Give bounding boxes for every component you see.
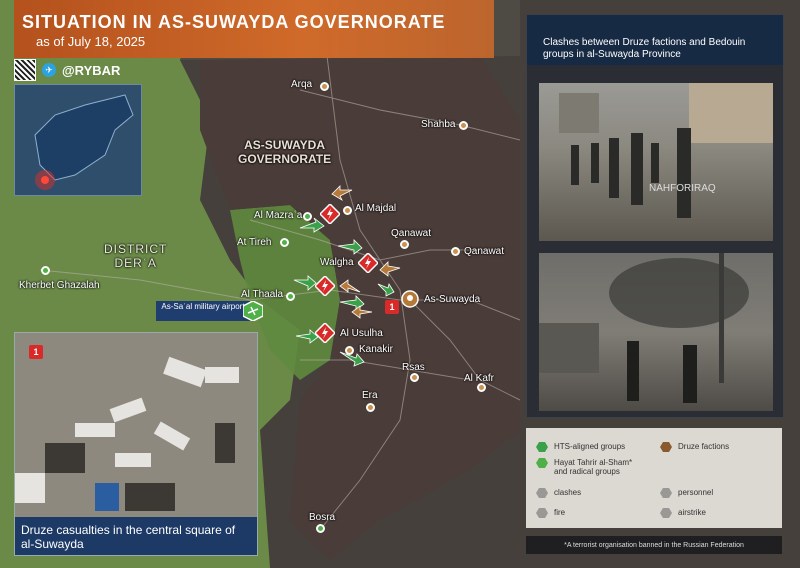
personnel-legend-icon: [660, 488, 672, 498]
panel-heading: Clashes between Druze factions and Bedou…: [543, 37, 746, 60]
airstrike-legend-icon: [660, 508, 672, 518]
airport-label: As-Saʿal military airport: [156, 301, 250, 321]
legend-airstrike: airstrike: [660, 508, 706, 518]
hts-arrow: [377, 282, 395, 297]
hts-arrow: [295, 329, 319, 344]
photo-clashes-street: NAHFORIRAQ: [539, 83, 773, 241]
clash-legend-icon: [536, 488, 548, 498]
inset-number-badge: 1: [29, 345, 43, 359]
hts-arrow: [339, 351, 365, 367]
hts-swatch-icon: [536, 442, 548, 452]
video-panel: Clashes between Druze factions and Bedou…: [526, 14, 784, 418]
map-legend: HTS-aligned groups Hayat Tahrir al-Sham*…: [526, 428, 782, 528]
hayat-swatch-icon: [536, 458, 548, 468]
druze-arrow: [351, 305, 373, 319]
druze-arrow: [331, 185, 353, 202]
casualties-photo-inset: 1 Druze casualties in the central square…: [14, 332, 258, 556]
legend-hayat: Hayat Tahrir al-Sham* and radical groups: [536, 458, 646, 476]
panel-header: Clashes between Druze factions and Bedou…: [527, 15, 783, 65]
legend-druze: Druze factions: [660, 442, 729, 452]
fire-legend-icon: [536, 508, 548, 518]
inset-caption: Druze casualties in the central square o…: [15, 517, 257, 555]
hts-arrow: [299, 217, 325, 233]
legend-personnel: personnel: [660, 488, 713, 498]
druze-arrow: [339, 279, 361, 293]
photo-smoke-street: [539, 253, 773, 411]
airport-icon: [243, 301, 263, 321]
druze-arrow: [379, 261, 401, 277]
legend-fire: fire: [536, 508, 565, 518]
hts-arrow: [293, 275, 317, 291]
photo-watermark: NAHFORIRAQ: [649, 183, 716, 194]
casualties-photo: [15, 333, 257, 517]
druze-swatch-icon: [660, 442, 672, 452]
disclaimer-note: *A terrorist organisation banned in the …: [526, 536, 782, 554]
legend-hts: HTS-aligned groups: [536, 442, 625, 452]
hts-arrow: [337, 239, 363, 255]
legend-clashes: clashes: [536, 488, 581, 498]
